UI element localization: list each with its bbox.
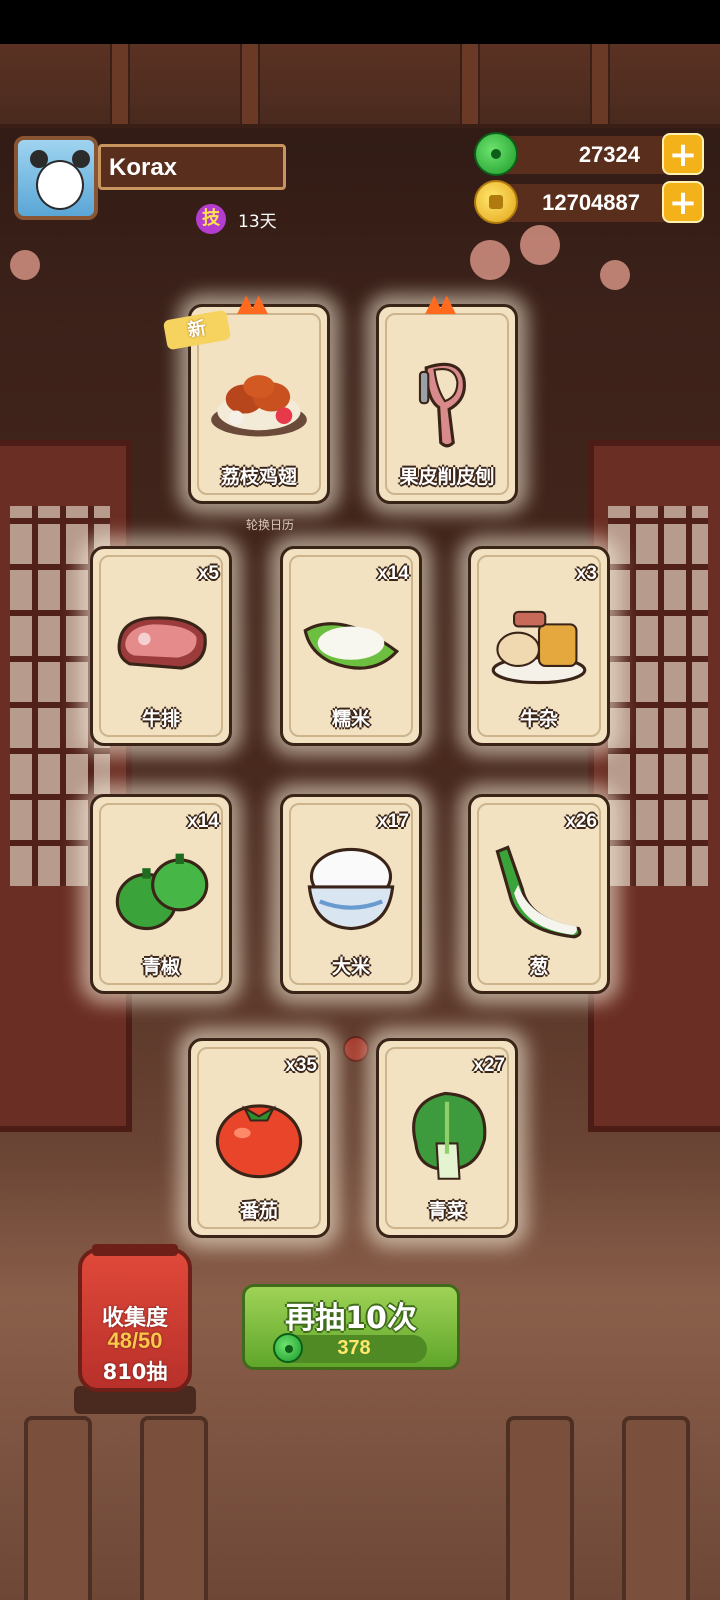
collection-lantern[interactable]: 收集度 48/50 810抽 xyxy=(78,1244,192,1392)
avatar[interactable] xyxy=(14,136,98,220)
card-name: 果皮削皮刨 xyxy=(399,466,495,488)
greens-icon xyxy=(412,1091,487,1180)
total-draws: 810抽 xyxy=(102,1360,168,1384)
blossom-decoration xyxy=(10,250,40,280)
draw-again-button[interactable]: 再抽10次 378 xyxy=(242,1284,460,1370)
blossom-decoration xyxy=(470,240,510,280)
card-name: 牛排 xyxy=(141,708,180,730)
skill-icon[interactable]: 技 xyxy=(196,204,226,234)
card-lychee-chicken-wings[interactable]: ▲▲ 新 荔枝鸡翅 xyxy=(162,289,330,504)
right-window-wall xyxy=(588,440,720,1132)
card-name: 牛杂 xyxy=(519,708,558,730)
roof-beam xyxy=(0,44,720,128)
card-greens[interactable]: x27 青菜 xyxy=(376,1038,518,1238)
flame-icon: ▲▲ xyxy=(425,289,456,317)
card-quantity: x35 xyxy=(285,1055,317,1076)
left-window-wall xyxy=(0,440,132,1132)
card-glutinous-rice[interactable]: x14 糯米 xyxy=(280,546,422,746)
blossom-decoration xyxy=(600,260,630,290)
floor-post xyxy=(24,1416,92,1600)
card-name: 糯米 xyxy=(331,708,370,730)
tomato-icon xyxy=(215,1104,303,1179)
card-quantity: x17 xyxy=(377,811,409,832)
add-jade-button[interactable]: + xyxy=(662,133,704,175)
card-tomato[interactable]: x35 番茄 xyxy=(188,1038,330,1238)
floor-post xyxy=(140,1416,208,1600)
jade-icon xyxy=(474,132,518,176)
add-coin-button[interactable]: + xyxy=(662,181,704,223)
card-name: 荔枝鸡翅 xyxy=(220,466,297,488)
rotation-calendar-label: 轮换日历 xyxy=(246,518,295,532)
chicken-wings-icon xyxy=(211,375,307,437)
flame-icon: ▲▲ xyxy=(237,289,268,317)
rice-bowl-icon xyxy=(307,847,395,931)
draw-cost-amount: 378 xyxy=(337,1337,371,1359)
steak-icon xyxy=(117,616,207,670)
card-quantity: x14 xyxy=(187,811,219,832)
green-pepper-icon xyxy=(115,853,209,931)
card-quantity: x27 xyxy=(473,1055,505,1076)
card-quantity: x14 xyxy=(377,563,409,584)
jade-amount: 27324 xyxy=(578,142,640,167)
card-quantity: x26 xyxy=(565,811,597,832)
card-rice[interactable]: x17 大米 xyxy=(280,794,422,994)
center-ornament xyxy=(343,1036,369,1062)
card-quantity: x5 xyxy=(197,563,219,584)
draw-cost: 378 xyxy=(273,1333,427,1363)
card-fruit-peeler[interactable]: ▲▲ 果皮削皮刨 xyxy=(376,289,518,504)
blossom-decoration xyxy=(520,225,560,265)
draw-again-label: 再抽10次 xyxy=(285,1301,417,1336)
floor-post xyxy=(622,1416,690,1600)
card-quantity: x3 xyxy=(575,563,597,584)
card-steak[interactable]: x5 牛排 xyxy=(90,546,232,746)
days-counter: 13天 xyxy=(238,212,277,232)
card-beef-offal[interactable]: x3 牛杂 xyxy=(468,546,610,746)
glutinous-rice-icon xyxy=(303,622,400,670)
card-name: 番茄 xyxy=(239,1200,278,1222)
card-scallion[interactable]: x26 葱 xyxy=(468,794,610,994)
beef-offal-icon xyxy=(491,610,587,685)
card-name: 青椒 xyxy=(141,956,180,978)
scallion-icon xyxy=(495,845,582,939)
card-name: 青菜 xyxy=(427,1200,466,1222)
card-name: 葱 xyxy=(529,956,549,978)
peeler-icon xyxy=(418,362,466,448)
status-bar xyxy=(0,0,720,44)
card-name: 大米 xyxy=(331,956,370,978)
card-green-pepper[interactable]: x14 青椒 xyxy=(90,794,232,994)
coin-amount: 12704887 xyxy=(542,190,640,215)
player-name: Korax xyxy=(109,154,178,181)
coin-currency: 12704887 + xyxy=(474,180,704,224)
player-name-bar: Korax xyxy=(98,144,286,190)
floor-post xyxy=(506,1416,574,1600)
jade-currency: 27324 + xyxy=(474,132,704,176)
collection-progress: 48/50 xyxy=(107,1328,163,1353)
coin-icon xyxy=(474,180,518,224)
